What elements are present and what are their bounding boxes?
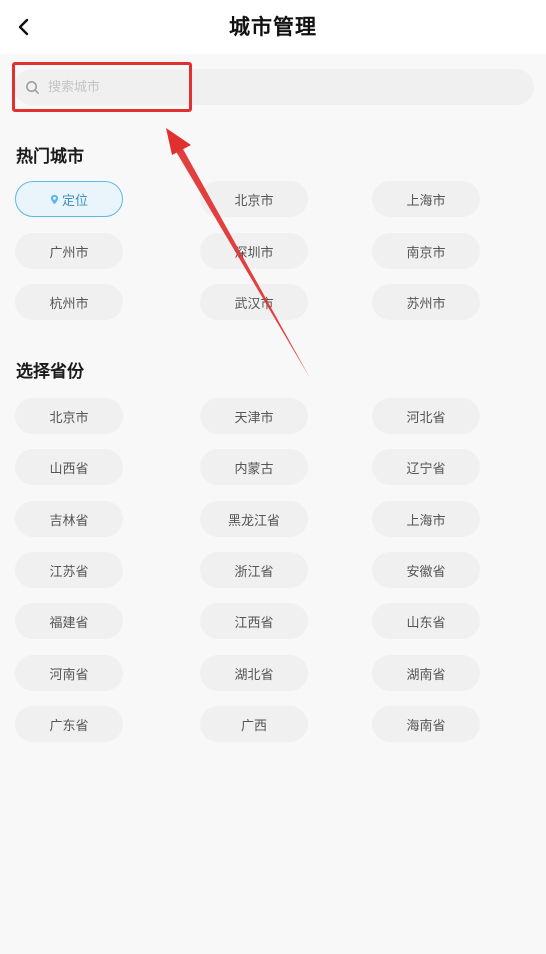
province-chip[interactable]: 海南省 bbox=[372, 706, 480, 742]
province-chip[interactable]: 北京市 bbox=[15, 398, 123, 434]
provinces-title: 选择省份 bbox=[16, 362, 84, 382]
province-chip[interactable]: 山东省 bbox=[372, 603, 480, 639]
hot-cities-title: 热门城市 bbox=[16, 147, 84, 167]
province-chip[interactable]: 河北省 bbox=[372, 398, 480, 434]
page-title: 城市管理 bbox=[229, 15, 317, 39]
hot-city-chip[interactable]: 广州市 bbox=[15, 233, 123, 269]
province-chip[interactable]: 上海市 bbox=[372, 501, 480, 537]
search-input[interactable] bbox=[46, 78, 470, 96]
province-chip[interactable]: 河南省 bbox=[15, 655, 123, 691]
province-chip[interactable]: 安徽省 bbox=[372, 552, 480, 588]
hot-city-chip[interactable]: 上海市 bbox=[372, 181, 480, 217]
province-chip[interactable]: 湖南省 bbox=[372, 655, 480, 691]
hot-city-chip[interactable]: 深圳市 bbox=[200, 233, 308, 269]
hot-city-chip[interactable]: 武汉市 bbox=[200, 284, 308, 320]
province-chip[interactable]: 黑龙江省 bbox=[200, 501, 308, 537]
hot-city-chip[interactable]: 杭州市 bbox=[15, 284, 123, 320]
province-chip[interactable]: 广东省 bbox=[15, 706, 123, 742]
province-chip[interactable]: 福建省 bbox=[15, 603, 123, 639]
province-chip[interactable]: 山西省 bbox=[15, 449, 123, 485]
province-chip[interactable]: 辽宁省 bbox=[372, 449, 480, 485]
header: 城市管理 bbox=[0, 0, 546, 54]
locate-button[interactable]: 定位 bbox=[15, 181, 123, 217]
province-chip[interactable]: 湖北省 bbox=[200, 655, 308, 691]
location-pin-icon bbox=[50, 194, 59, 205]
locate-label: 定位 bbox=[61, 193, 88, 209]
hot-city-chip[interactable]: 北京市 bbox=[200, 181, 308, 217]
province-chip[interactable]: 内蒙古 bbox=[200, 449, 308, 485]
province-chip[interactable]: 江西省 bbox=[200, 603, 308, 639]
province-chip[interactable]: 浙江省 bbox=[200, 552, 308, 588]
province-chip[interactable]: 吉林省 bbox=[15, 501, 123, 537]
search-bar[interactable] bbox=[14, 69, 534, 105]
hot-city-chip[interactable]: 苏州市 bbox=[372, 284, 480, 320]
province-chip[interactable]: 广西 bbox=[200, 706, 308, 742]
province-chip[interactable]: 天津市 bbox=[200, 398, 308, 434]
search-icon bbox=[24, 79, 40, 95]
hot-city-chip[interactable]: 南京市 bbox=[372, 233, 480, 269]
province-chip[interactable]: 江苏省 bbox=[15, 552, 123, 588]
